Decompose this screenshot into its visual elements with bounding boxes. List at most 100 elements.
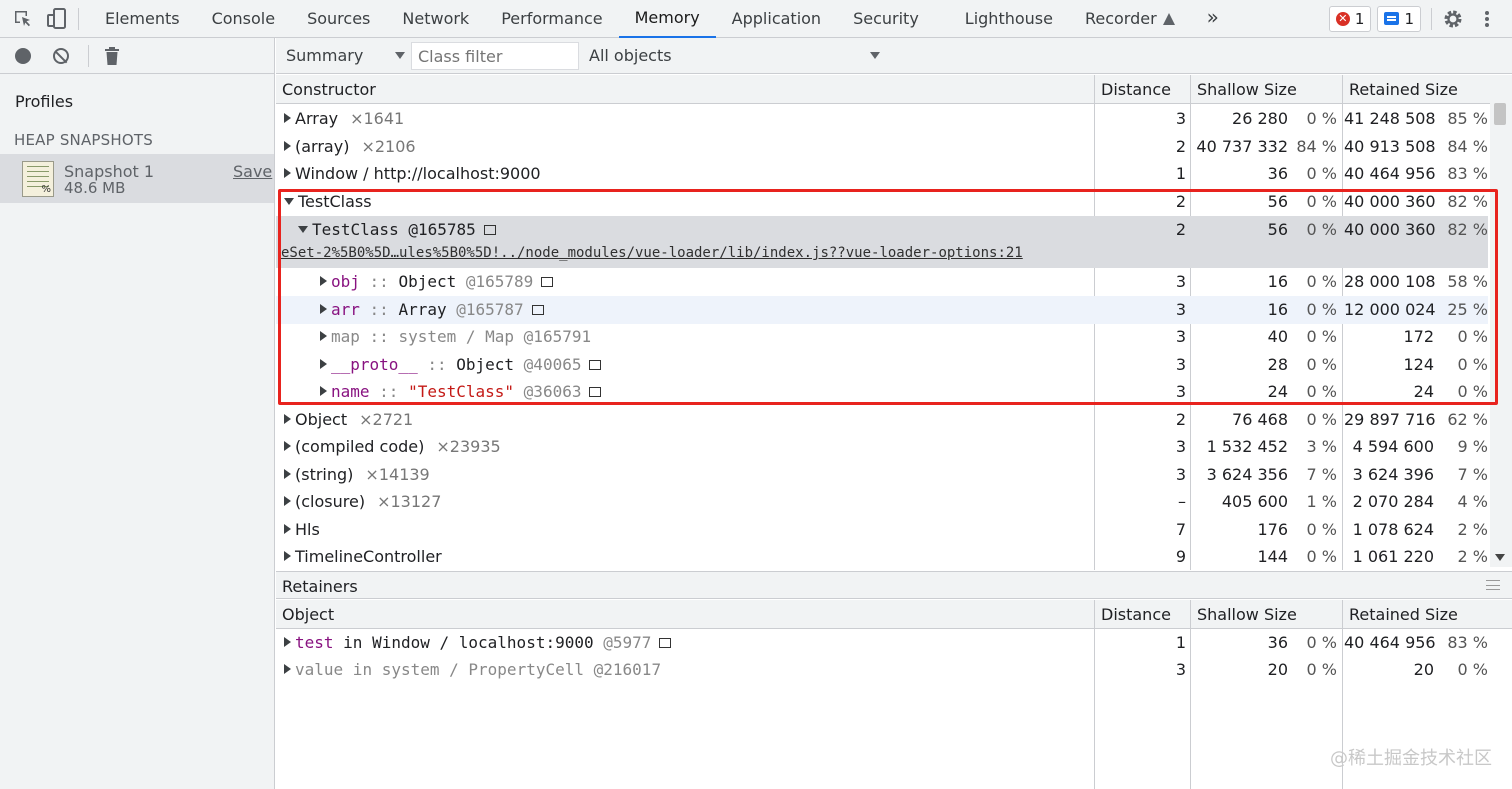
col-shallow-size[interactable]: Shallow Size xyxy=(1197,80,1297,99)
property-name: map xyxy=(331,327,360,346)
expand-triangle-icon[interactable] xyxy=(284,113,291,123)
expand-triangle-icon[interactable] xyxy=(284,524,291,534)
shallow-size-value: 1 532 452 xyxy=(1206,437,1288,456)
retainers-section-header[interactable]: Retainers xyxy=(276,571,1512,599)
object-id: @40065 xyxy=(523,355,582,374)
collapse-triangle-icon[interactable] xyxy=(284,198,294,205)
more-tabs-button[interactable]: » xyxy=(1181,0,1235,38)
expand-triangle-icon[interactable] xyxy=(284,551,291,561)
expand-triangle-icon[interactable] xyxy=(320,331,327,341)
reveal-in-panel-icon[interactable] xyxy=(531,305,544,315)
tab-recorder[interactable]: Recorder xyxy=(1069,0,1181,38)
expand-triangle-icon[interactable] xyxy=(320,276,327,286)
retained-size-percent: 83 % xyxy=(1447,633,1488,652)
tab-lighthouse[interactable]: Lighthouse xyxy=(949,0,1069,38)
shallow-size-percent: 0 % xyxy=(1306,300,1337,319)
expand-triangle-icon[interactable] xyxy=(320,359,327,369)
table-row[interactable]: Window / http://localhost:9000 1 36 0 % … xyxy=(276,160,1488,188)
tab-elements[interactable]: Elements xyxy=(89,0,196,38)
device-toolbar-icon[interactable] xyxy=(46,7,68,30)
col-retained-size[interactable]: Retained Size xyxy=(1349,605,1458,624)
separator: :: xyxy=(359,300,399,319)
property-type: Object xyxy=(398,272,457,291)
tab-sources[interactable]: Sources xyxy=(291,0,386,38)
col-constructor[interactable]: Constructor xyxy=(282,80,376,99)
expand-triangle-icon[interactable] xyxy=(284,441,291,451)
reveal-in-panel-icon[interactable] xyxy=(483,225,496,235)
col-retained-size[interactable]: Retained Size xyxy=(1349,80,1458,99)
property-type: Object xyxy=(456,355,515,374)
table-row[interactable]: Hls 7 176 0 % 1 078 624 2 % xyxy=(276,516,1488,544)
scroll-down-icon[interactable] xyxy=(1495,554,1505,561)
table-row[interactable]: (compiled code) ×23935 3 1 532 452 3 % 4 … xyxy=(276,433,1488,461)
clear-button[interactable] xyxy=(50,45,72,67)
view-select[interactable]: Summary xyxy=(286,46,406,65)
expand-triangle-icon[interactable] xyxy=(284,168,291,178)
col-distance[interactable]: Distance xyxy=(1101,80,1171,99)
col-shallow-size[interactable]: Shallow Size xyxy=(1197,605,1297,624)
reveal-in-panel-icon[interactable] xyxy=(589,360,602,370)
tab-application[interactable]: Application xyxy=(716,0,837,38)
error-count-badge[interactable]: ✕ 1 xyxy=(1328,5,1372,32)
class-filter-input[interactable] xyxy=(411,42,579,70)
reveal-in-panel-icon[interactable] xyxy=(589,387,602,397)
reveal-in-panel-icon[interactable] xyxy=(659,638,672,648)
objects-select[interactable]: All objects xyxy=(589,46,880,65)
expand-triangle-icon[interactable] xyxy=(284,141,291,151)
col-object[interactable]: Object xyxy=(282,605,334,624)
table-row[interactable]: (string) ×14139 3 3 624 356 7 % 3 624 396… xyxy=(276,461,1488,489)
summary-scrollbar[interactable] xyxy=(1490,103,1512,567)
table-row-selected[interactable]: TestClass @165785 eSet-2%5B0%5D…ules%5B0… xyxy=(276,216,1488,268)
expand-triangle-icon[interactable] xyxy=(284,469,291,479)
table-row[interactable]: Array ×1641 3 26 280 0 % 41 248 508 85 % xyxy=(276,105,1488,133)
shallow-size-percent: 0 % xyxy=(1306,327,1337,346)
collapse-triangle-icon[interactable] xyxy=(298,226,308,233)
tab-security[interactable]: Security xyxy=(837,0,949,38)
distance-value: 3 xyxy=(1175,660,1186,679)
inspect-element-icon[interactable] xyxy=(12,8,34,30)
table-row[interactable]: name :: "TestClass" @36063 3 24 0 % 24 0… xyxy=(276,378,1488,406)
shallow-size-percent: 0 % xyxy=(1306,164,1337,183)
retainer-row[interactable]: value in system / PropertyCell @216017 3… xyxy=(276,656,1488,684)
collect-garbage-button[interactable] xyxy=(101,45,123,67)
source-link[interactable]: eSet-2%5B0%5D…ules%5B0%5D!../node_module… xyxy=(281,245,1023,261)
save-snapshot-link[interactable]: Save xyxy=(233,162,272,181)
expand-triangle-icon[interactable] xyxy=(284,664,291,674)
table-row[interactable]: TestClass 2 56 0 % 40 000 360 82 % xyxy=(276,188,1488,216)
table-row[interactable]: (array) ×2106 2 40 737 332 84 % 40 913 50… xyxy=(276,133,1488,161)
trash-icon xyxy=(105,46,119,65)
retainers-title: Retainers xyxy=(282,577,358,596)
retainer-row[interactable]: test in Window / localhost:9000 @5977 1 … xyxy=(276,629,1488,657)
message-count: 1 xyxy=(1404,9,1414,28)
tab-console[interactable]: Console xyxy=(196,0,292,38)
expand-triangle-icon[interactable] xyxy=(284,637,291,647)
shallow-size-percent: 0 % xyxy=(1306,109,1337,128)
expand-triangle-icon[interactable] xyxy=(284,414,291,424)
table-row[interactable]: map :: system / Map @165791 3 40 0 % 172… xyxy=(276,323,1488,351)
record-button[interactable] xyxy=(12,45,34,67)
reveal-in-panel-icon[interactable] xyxy=(541,277,554,287)
message-count-badge[interactable]: 1 xyxy=(1377,5,1421,32)
distance-value: 2 xyxy=(1175,220,1186,239)
expand-triangle-icon[interactable] xyxy=(320,386,327,396)
tab-performance[interactable]: Performance xyxy=(485,0,618,38)
tab-network[interactable]: Network xyxy=(386,0,485,38)
table-row[interactable]: TimelineController 9 144 0 % 1 061 220 2… xyxy=(276,543,1488,570)
col-distance[interactable]: Distance xyxy=(1101,605,1171,624)
gear-icon[interactable] xyxy=(1442,8,1464,30)
resize-handle-icon[interactable] xyxy=(1486,580,1500,590)
heap-snapshots-header: HEAP SNAPSHOTS xyxy=(14,131,153,149)
expand-triangle-icon[interactable] xyxy=(320,304,327,314)
table-row[interactable]: __proto__ :: Object @40065 3 28 0 % 124 … xyxy=(276,351,1488,379)
table-row[interactable]: (closure) ×13127 – 405 600 1 % 2 070 284 … xyxy=(276,488,1488,516)
more-options-icon[interactable] xyxy=(1476,8,1498,30)
flask-icon xyxy=(1162,12,1175,25)
scrollbar-thumb[interactable] xyxy=(1494,103,1506,125)
tab-memory[interactable]: Memory xyxy=(618,0,716,38)
table-row[interactable]: arr :: Array @165787 3 16 0 % 12 000 024… xyxy=(276,296,1488,324)
table-row[interactable]: obj :: Object @165789 3 16 0 % 28 000 10… xyxy=(276,268,1488,296)
expand-triangle-icon[interactable] xyxy=(284,496,291,506)
constructor-name: Window / http://localhost:9000 xyxy=(295,164,541,183)
snapshot-item[interactable]: % Snapshot 1 48.6 MB Save xyxy=(0,154,274,203)
table-row[interactable]: Object ×2721 2 76 468 0 % 29 897 716 62 % xyxy=(276,406,1488,434)
